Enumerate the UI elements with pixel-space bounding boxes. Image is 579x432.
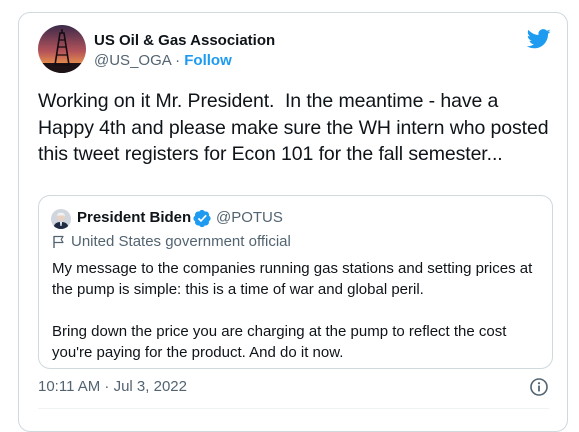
follow-button[interactable]: Follow <box>184 52 232 69</box>
quoted-tweet-text: My message to the companies running gas … <box>52 258 544 363</box>
quoted-tweet[interactable]: President Biden @POTUS United States gov… <box>38 195 553 369</box>
author-name[interactable]: US Oil & Gas Association <box>94 32 275 49</box>
verified-badge-icon <box>193 209 211 228</box>
twitter-bird-icon[interactable] <box>527 29 551 49</box>
government-label: United States government official <box>52 233 291 250</box>
info-icon[interactable] <box>529 377 549 397</box>
quoted-paragraph: My message to the companies running gas … <box>52 260 533 298</box>
quoted-paragraph: Bring down the price you are charging at… <box>52 323 507 361</box>
quoted-author-avatar[interactable] <box>51 209 71 229</box>
quoted-author-name[interactable]: President Biden <box>77 209 191 226</box>
author-avatar[interactable] <box>38 25 86 73</box>
tweet-text: Working on it Mr. President. In the mean… <box>38 90 554 165</box>
government-label-text: United States government official <box>71 233 291 250</box>
author-handle[interactable]: @US_OGA <box>94 52 171 69</box>
handle-separator: · <box>170 52 185 69</box>
tweet-card: US Oil & Gas Association @US_OGA · Follo… <box>18 12 568 432</box>
quoted-author-handle[interactable]: @POTUS <box>216 209 283 226</box>
author-handle-row: @US_OGA · Follow <box>94 52 232 69</box>
flag-icon <box>53 235 64 248</box>
divider <box>38 408 549 409</box>
tweet-timestamp[interactable]: 10:11 AM · Jul 3, 2022 <box>38 378 187 395</box>
